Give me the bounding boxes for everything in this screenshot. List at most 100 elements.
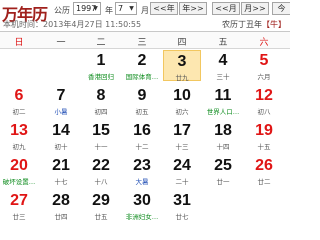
lunar-date-label: 初十 xyxy=(54,143,68,151)
lunar-date-label: 十二 xyxy=(135,143,149,151)
day-number: 31 xyxy=(173,192,191,209)
day-cell[interactable]: 10 初六 xyxy=(163,85,201,116)
calendar-header: 万年历 公历 1997 ▼ 年 7 ▼ 月 <<年 年>> <<月 月>> 今 … xyxy=(0,0,290,34)
calendar-type-label: 公历 xyxy=(54,6,70,15)
day-number: 18 xyxy=(214,122,232,139)
day-number: 7 xyxy=(56,87,66,104)
day-cell[interactable]: 24 二十 xyxy=(163,155,201,186)
day-number: 10 xyxy=(173,87,191,104)
lunar-year-info: 农历丁丑年【牛】 xyxy=(222,19,286,30)
day-cell[interactable]: 30 非洲妇女… xyxy=(123,190,161,221)
day-cell[interactable]: 7 小暑 xyxy=(42,85,80,116)
current-time: 本机时间：2013年4月27日 11:50:55 xyxy=(3,20,142,29)
day-cell[interactable]: 20 破坏设置… xyxy=(0,155,38,186)
next-year-button[interactable]: 年>> xyxy=(179,2,207,15)
day-cell[interactable]: 9 初五 xyxy=(123,85,161,116)
prev-year-button[interactable]: <<年 xyxy=(150,2,178,15)
day-cell[interactable]: 26 廿二 xyxy=(245,155,283,186)
lunar-date-label: 廿九 xyxy=(175,74,189,82)
day-number: 12 xyxy=(255,87,273,104)
lunar-date-label: 十五 xyxy=(257,143,271,151)
day-cell[interactable]: 5 六月 xyxy=(245,50,283,81)
lunar-date-label: 三十 xyxy=(216,73,230,81)
day-cell[interactable]: 14 初十 xyxy=(42,120,80,151)
day-cell[interactable]: 28 廿四 xyxy=(42,190,80,221)
month-select[interactable]: 7 ▼ xyxy=(115,2,137,15)
day-cell[interactable]: 25 廿一 xyxy=(204,155,242,186)
lunar-date-label: 初五 xyxy=(135,108,149,116)
day-cell[interactable]: 8 初四 xyxy=(82,85,120,116)
day-number: 6 xyxy=(14,87,24,104)
weekday-header: 日一二三四五六 xyxy=(0,31,290,49)
lunar-date-label: 廿三 xyxy=(12,213,26,221)
weekday-label: 四 xyxy=(177,38,187,48)
today-button[interactable]: 今 xyxy=(272,2,290,15)
day-number: 11 xyxy=(214,87,232,104)
weekday-label: 一 xyxy=(56,38,66,48)
day-number: 23 xyxy=(133,157,151,174)
year-label: 年 xyxy=(105,6,113,15)
lunar-date-label: 初四 xyxy=(94,108,108,116)
day-number: 4 xyxy=(218,52,228,69)
day-cell[interactable]: 17 十三 xyxy=(163,120,201,151)
day-cell[interactable]: 4 三十 xyxy=(204,50,242,81)
day-cell[interactable]: 16 十二 xyxy=(123,120,161,151)
day-number: 30 xyxy=(133,192,151,209)
lunar-date-label: 廿五 xyxy=(94,213,108,221)
lunar-date-label: 初二 xyxy=(12,108,26,116)
day-number: 2 xyxy=(137,52,147,69)
day-number: 29 xyxy=(92,192,110,209)
day-cell[interactable]: 1 香港回归 xyxy=(82,50,120,81)
lunar-date-label: 十一 xyxy=(94,143,108,151)
day-cell[interactable]: 31 廿七 xyxy=(163,190,201,221)
chevron-down-icon: ▼ xyxy=(93,5,98,12)
day-cell[interactable]: 6 初二 xyxy=(0,85,38,116)
lunar-date-label: 大暑 xyxy=(135,178,149,186)
calendar-grid: 1 香港回归 2 国际体育… 3 廿九 4 三十 5 六月 6 初二 7 小暑 8 初四 9 初五 10 初六 11 世界… xyxy=(0,50,290,225)
lunar-date-label: 廿四 xyxy=(54,213,68,221)
day-cell[interactable]: 29 廿五 xyxy=(82,190,120,221)
lunar-date-label: 世界人口… xyxy=(206,108,240,116)
day-number: 8 xyxy=(96,87,106,104)
day-number: 27 xyxy=(10,192,28,209)
weekday-label: 三 xyxy=(137,38,147,48)
next-month-button[interactable]: 月>> xyxy=(241,2,269,15)
lunar-date-label: 十七 xyxy=(54,178,68,186)
day-cell[interactable]: 2 国际体育… xyxy=(123,50,161,81)
lunar-date-label: 廿一 xyxy=(216,178,230,186)
day-cell[interactable]: 22 十八 xyxy=(82,155,120,186)
day-number: 1 xyxy=(96,52,106,69)
day-number: 3 xyxy=(177,53,187,70)
day-cell[interactable]: 12 初八 xyxy=(245,85,283,116)
lunar-date-label: 廿七 xyxy=(175,213,189,221)
day-cell[interactable]: 27 廿三 xyxy=(0,190,38,221)
lunar-date-label: 二十 xyxy=(175,178,189,186)
day-number: 19 xyxy=(255,122,273,139)
chevron-down-icon: ▼ xyxy=(129,5,134,12)
day-number: 24 xyxy=(173,157,191,174)
lunar-date-label: 十三 xyxy=(175,143,189,151)
zodiac-label: 【牛】 xyxy=(262,20,286,29)
day-cell[interactable]: 13 初九 xyxy=(0,120,38,151)
prev-month-button[interactable]: <<月 xyxy=(212,2,240,15)
day-cell[interactable]: 18 十四 xyxy=(204,120,242,151)
lunar-date-label: 非洲妇女… xyxy=(125,213,159,221)
day-cell[interactable]: 21 十七 xyxy=(42,155,80,186)
month-select-value: 7 xyxy=(118,4,124,13)
lunar-date-label: 廿二 xyxy=(257,178,271,186)
day-cell[interactable]: 19 十五 xyxy=(245,120,283,151)
day-cell-selected[interactable]: 3 廿九 xyxy=(163,50,201,82)
day-cell[interactable]: 23 大暑 xyxy=(123,155,161,186)
weekday-label: 五 xyxy=(218,38,228,48)
lunar-date-label: 初九 xyxy=(12,143,26,151)
month-label: 月 xyxy=(141,6,149,15)
lunar-date-label: 小暑 xyxy=(54,108,68,116)
weekday-label: 日 xyxy=(14,38,24,48)
day-number: 15 xyxy=(92,122,110,139)
weekday-label: 二 xyxy=(96,38,106,48)
day-cell[interactable]: 11 世界人口… xyxy=(204,85,242,116)
year-select[interactable]: 1997 ▼ xyxy=(73,2,101,15)
lunar-date-label: 六月 xyxy=(257,73,271,81)
day-cell[interactable]: 15 十一 xyxy=(82,120,120,151)
lunar-date-label: 初八 xyxy=(257,108,271,116)
